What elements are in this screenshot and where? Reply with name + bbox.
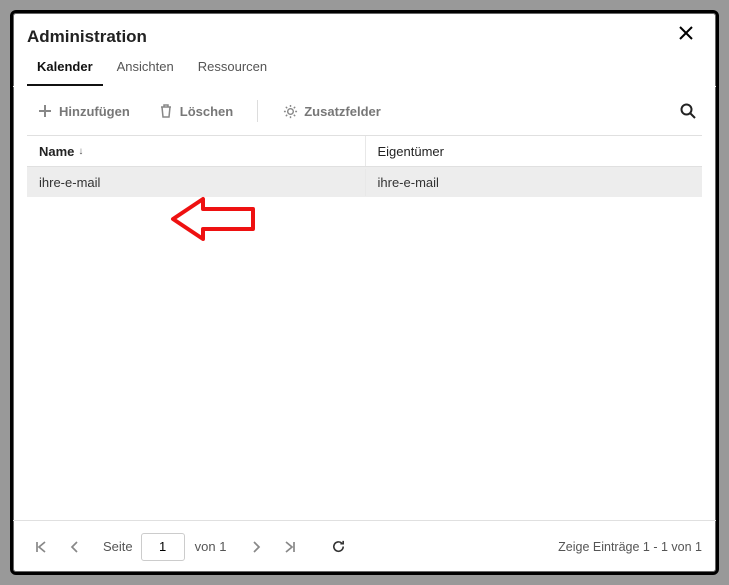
sort-arrow-down-icon: ↓ xyxy=(78,146,83,157)
add-button[interactable]: Hinzufügen xyxy=(27,97,140,125)
cell-name: ihre-e-mail xyxy=(27,169,365,196)
search-button[interactable] xyxy=(674,97,702,125)
close-button[interactable] xyxy=(678,25,702,49)
next-page-button[interactable] xyxy=(242,533,270,561)
first-page-button[interactable] xyxy=(27,533,55,561)
extra-fields-label: Zusatzfelder xyxy=(304,104,381,119)
column-owner[interactable]: Eigentümer xyxy=(365,136,703,166)
page-input[interactable] xyxy=(141,533,185,561)
toolbar-separator xyxy=(257,100,258,122)
first-page-icon xyxy=(34,540,48,554)
chevron-right-icon xyxy=(249,540,263,554)
toolbar: Hinzufügen Löschen Zusatzfelder xyxy=(13,87,716,135)
tabs: Kalender Ansichten Ressourcen xyxy=(13,53,716,87)
extra-fields-button[interactable]: Zusatzfelder xyxy=(272,97,391,125)
last-page-icon xyxy=(283,540,297,554)
dialog-header: Administration xyxy=(13,13,716,53)
tab-ressourcen[interactable]: Ressourcen xyxy=(188,51,277,86)
chevron-left-icon xyxy=(68,540,82,554)
last-page-button[interactable] xyxy=(276,533,304,561)
plus-icon xyxy=(37,103,53,119)
table-row[interactable]: ihre-e-mail ihre-e-mail xyxy=(27,167,702,197)
tab-kalender[interactable]: Kalender xyxy=(27,51,103,86)
tab-ansichten[interactable]: Ansichten xyxy=(107,51,184,86)
column-owner-label: Eigentümer xyxy=(378,144,444,159)
page-of-label: von 1 xyxy=(195,539,227,554)
refresh-icon xyxy=(331,539,346,554)
prev-page-button[interactable] xyxy=(61,533,89,561)
add-label: Hinzufügen xyxy=(59,104,130,119)
column-name-label: Name xyxy=(39,144,74,159)
cell-owner: ihre-e-mail xyxy=(365,169,703,196)
trash-icon xyxy=(158,103,174,119)
dialog-title: Administration xyxy=(27,27,147,47)
gear-icon xyxy=(282,103,298,119)
delete-button[interactable]: Löschen xyxy=(148,97,243,125)
table-body: ihre-e-mail ihre-e-mail xyxy=(27,167,702,197)
delete-label: Löschen xyxy=(180,104,233,119)
search-icon xyxy=(679,102,697,120)
paginator: Seite von 1 Zeige Einträge 1 - 1 von 1 xyxy=(13,520,716,572)
column-name[interactable]: Name ↓ xyxy=(27,136,365,166)
table-header: Name ↓ Eigentümer xyxy=(27,135,702,167)
page-label: Seite xyxy=(103,539,133,554)
paginator-status: Zeige Einträge 1 - 1 von 1 xyxy=(558,540,702,554)
refresh-button[interactable] xyxy=(324,533,352,561)
close-icon xyxy=(678,25,694,41)
admin-dialog: Administration Kalender Ansichten Ressou… xyxy=(10,10,719,575)
table-empty-area xyxy=(27,197,702,520)
